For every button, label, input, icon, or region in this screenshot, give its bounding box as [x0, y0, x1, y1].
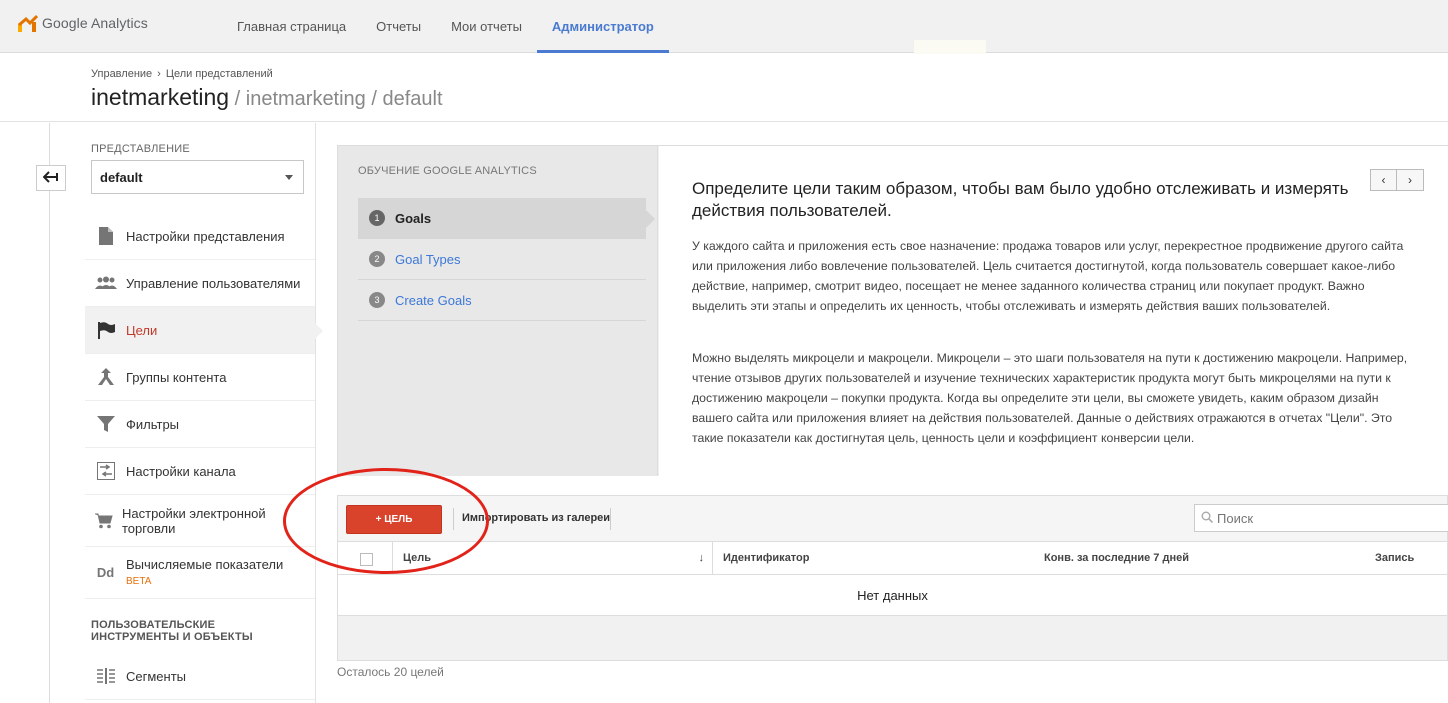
sidebar-item-content-groups[interactable]: Группы контента [85, 354, 315, 401]
step-number: 2 [369, 251, 385, 267]
nav-home[interactable]: Главная страница [222, 0, 361, 53]
search-input[interactable] [1217, 510, 1437, 526]
step-label: Goal Types [395, 251, 461, 267]
analytics-logo-icon [18, 14, 39, 32]
sidebar-item-label: Фильтры [126, 416, 180, 432]
step-goal-types[interactable]: 2 Goal Types [358, 239, 646, 280]
education-text: Определите цели таким образом, чтобы вам… [659, 146, 1448, 476]
nav-admin[interactable]: Администратор [536, 0, 669, 53]
sidebar-item-goals[interactable]: Цели [85, 307, 323, 354]
sidebar-item-segments[interactable]: Сегменты [85, 653, 315, 700]
nav-my-reports[interactable]: Мои отчеты [436, 0, 537, 53]
column-separator [392, 542, 393, 574]
toolbar-divider [453, 508, 454, 530]
column-recording[interactable]: Запись [1375, 542, 1414, 574]
add-goal-button[interactable]: + ЦЕЛЬ [346, 505, 442, 534]
cart-icon [85, 513, 122, 529]
document-icon [85, 227, 126, 245]
title-sub: / inetmarketing / default [229, 88, 443, 110]
step-label: Create Goals [395, 292, 472, 308]
step-create-goals[interactable]: 3 Create Goals [358, 280, 646, 321]
sidebar-item-user-management[interactable]: Управление пользователями [85, 260, 315, 307]
page: Google Analytics Главная страница Отчеты… [0, 0, 1448, 703]
goals-table-header: Цель ↓ Идентификатор Конв. за последние … [337, 541, 1448, 575]
search-icon [1201, 511, 1214, 526]
step-number: 1 [369, 210, 385, 226]
next-button[interactable]: › [1397, 169, 1424, 191]
chevron-left-icon: ‹ [1381, 173, 1386, 187]
table-footer [337, 616, 1448, 661]
prev-button[interactable]: ‹ [1370, 169, 1397, 191]
nav-reports[interactable]: Отчеты [361, 0, 436, 53]
education-paragraph-1: У каждого сайта и приложения есть свое н… [692, 239, 1404, 313]
page-title: inetmarketing / inetmarketing / default [91, 84, 443, 111]
logo[interactable]: Google Analytics [18, 12, 148, 34]
segments-icon [85, 668, 126, 684]
education-panel: ОБУЧЕНИЕ GOOGLE ANALYTICS 1 Goals 2 Goal… [337, 145, 1448, 476]
sidebar-rail [49, 123, 50, 703]
sidebar: ПРЕДСТАВЛЕНИЕ default Настройки представ… [85, 123, 323, 703]
dd-icon: Dd [96, 565, 115, 580]
remaining-goals: Осталось 20 целей [337, 665, 444, 679]
chevron-right-icon: › [1408, 173, 1412, 187]
column-goal[interactable]: Цель ↓ [403, 542, 708, 574]
step-goals[interactable]: 1 Goals [358, 198, 655, 239]
breadcrumb-admin[interactable]: Управление [91, 68, 152, 80]
step-number: 3 [369, 292, 385, 308]
sidebar-item-label: Цели [126, 322, 158, 338]
top-bar: Google Analytics Главная страница Отчеты… [0, 0, 1448, 53]
education-pager: ‹ › [1370, 169, 1424, 191]
sidebar-item-channel-settings[interactable]: Настройки канала [85, 448, 315, 495]
breadcrumb-goals: Цели представлений [165, 68, 273, 80]
step-label: Goals [395, 210, 432, 226]
flag-icon [85, 321, 126, 339]
sort-arrow-icon: ↓ [698, 552, 705, 564]
sidebar-item-label: Настройки представления [126, 228, 285, 244]
calculated-metrics-label: Вычисляемые показатели [126, 556, 284, 572]
view-select[interactable]: default [91, 160, 304, 194]
sidebar-item-filters[interactable]: Фильтры [85, 401, 315, 448]
sidebar-item-label: Настройки канала [126, 463, 236, 479]
column-separator [712, 542, 713, 574]
caret-down-icon [285, 175, 293, 180]
sidebar-item-label: Группы контента [126, 369, 227, 385]
sidebar-item-calculated-metrics[interactable]: Dd Вычисляемые показатели BETA [85, 547, 315, 599]
column-id[interactable]: Идентификатор [723, 542, 810, 574]
main-nav: Главная страница Отчеты Мои отчеты Админ… [222, 0, 669, 53]
education-heading: ОБУЧЕНИЕ GOOGLE ANALYTICS [358, 165, 537, 177]
search-box [1194, 504, 1448, 532]
sidebar-item-label: Управление пользователями [126, 275, 301, 291]
page-header: Управление › Цели представлений inetmark… [0, 54, 1448, 122]
goals-toolbar: + ЦЕЛЬ Импортировать из галереи [337, 495, 1448, 541]
select-all-checkbox[interactable] [360, 553, 373, 566]
education-paragraph-2: Можно выделять микроцели и макроцели. Ми… [692, 351, 1408, 445]
education-title: Определите цели таким образом, чтобы вам… [692, 179, 1349, 220]
sidebar-item-view-settings[interactable]: Настройки представления [85, 213, 315, 260]
column-conversions[interactable]: Конв. за последние 7 дней [1044, 542, 1189, 574]
view-section-label: ПРЕДСТАВЛЕНИЕ [91, 143, 190, 155]
channel-icon [85, 462, 126, 480]
empty-row: Нет данных [337, 575, 1448, 616]
arrow-left-icon [42, 170, 59, 187]
filter-icon [85, 415, 126, 433]
app-name: Google Analytics [42, 15, 148, 31]
sidebar-item-label: Настройки электронной торговли [122, 505, 266, 536]
toolbar-divider [610, 508, 611, 530]
users-icon [85, 276, 126, 290]
sidebar-item-label: Сегменты [126, 668, 187, 684]
back-button[interactable] [36, 165, 66, 191]
view-select-value: default [100, 169, 143, 185]
import-from-gallery-button[interactable]: Импортировать из галереи [462, 512, 610, 524]
custom-tools-section-label: ПОЛЬЗОВАТЕЛЬСКИЕ ИНСТРУМЕНТЫ И ОБЪЕКТЫ [91, 619, 253, 643]
education-steps: ОБУЧЕНИЕ GOOGLE ANALYTICS 1 Goals 2 Goal… [338, 146, 658, 476]
content-groups-icon [85, 368, 126, 386]
sidebar-item-label: Вычисляемые показатели BETA [126, 557, 283, 589]
breadcrumb-separator: › [157, 68, 161, 80]
sidebar-item-ecommerce[interactable]: Настройки электронной торговли [85, 495, 315, 547]
beta-badge: BETA [126, 575, 152, 587]
title-main: inetmarketing [91, 84, 230, 110]
column-label: Цель [403, 552, 432, 564]
breadcrumb: Управление › Цели представлений [91, 68, 273, 80]
